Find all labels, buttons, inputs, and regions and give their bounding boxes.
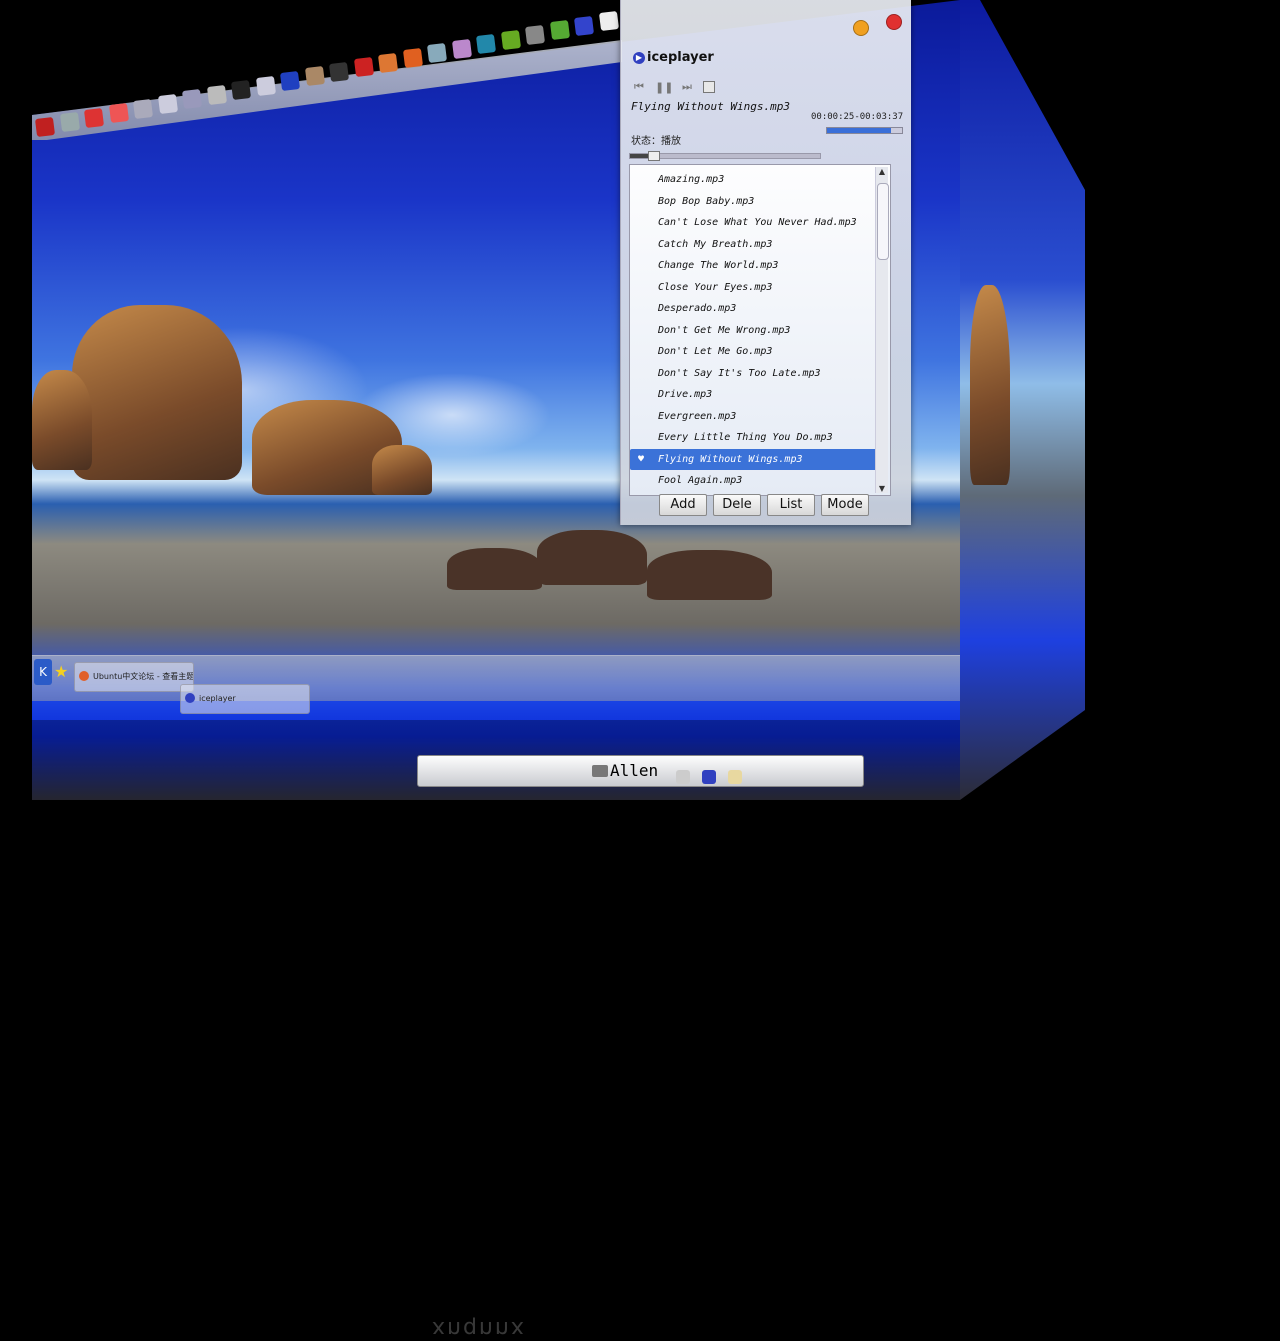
book-icon[interactable] bbox=[549, 20, 570, 41]
taskbar: K ★ Ubuntu中文论坛 - 查看主题 iceplayer xnqnnx bbox=[32, 655, 960, 1341]
iceplayer-logo-icon: ▶ bbox=[633, 51, 645, 64]
system-tray bbox=[676, 770, 742, 784]
scroll-down-icon[interactable]: ▼ bbox=[876, 484, 888, 493]
rock-formation bbox=[72, 305, 242, 480]
playlist-item[interactable]: Every Little Thing You Do.mp3 bbox=[630, 427, 890, 449]
kubuntu-watermark: xnqnnx bbox=[432, 1316, 526, 1341]
playlist-item[interactable]: Don't Say It's Too Late.mp3 bbox=[630, 363, 890, 385]
clipboard-icon[interactable] bbox=[728, 770, 742, 784]
volume-slider[interactable] bbox=[826, 127, 903, 134]
playlist-item[interactable]: Don't Get Me Wrong.mp3 bbox=[630, 320, 890, 342]
beach-rock bbox=[447, 548, 542, 590]
desktop-right-face bbox=[960, 0, 1085, 800]
beach-rock bbox=[647, 550, 772, 600]
playlist-scrollbar[interactable]: ▲ ▼ bbox=[875, 167, 889, 493]
image-icon[interactable] bbox=[451, 38, 472, 59]
document-icon[interactable] bbox=[255, 75, 276, 96]
now-playing-title: Flying Without Wings.mp3 bbox=[631, 100, 790, 113]
iceplayer-tray-icon[interactable] bbox=[702, 770, 716, 784]
pencil-icon[interactable] bbox=[598, 11, 619, 32]
next-icon[interactable]: ⏭ bbox=[679, 80, 695, 94]
playback-status: 状态：播放 bbox=[631, 136, 681, 147]
tools-icon[interactable] bbox=[524, 24, 546, 46]
terminal-icon[interactable] bbox=[230, 80, 252, 101]
stop-icon[interactable] bbox=[703, 81, 715, 93]
magnet-icon[interactable] bbox=[353, 57, 374, 78]
firefox-icon[interactable] bbox=[402, 47, 423, 69]
mode-button[interactable]: Mode bbox=[821, 494, 869, 516]
scrollbar-thumb[interactable] bbox=[877, 183, 889, 260]
playlist-item[interactable]: Desperado.mp3 bbox=[630, 298, 890, 320]
iceplayer-window: ▶ iceplayer ⏮ ❚❚ ⏭ Flying Without Wings.… bbox=[620, 0, 911, 525]
playlist-item[interactable]: Catch My Breath.mp3 bbox=[630, 234, 890, 256]
playback-controls: ⏮ ❚❚ ⏭ bbox=[631, 80, 715, 94]
playlist-item[interactable]: Close Your Eyes.mp3 bbox=[630, 277, 890, 299]
rock-formation bbox=[970, 285, 1010, 485]
add-button[interactable]: Add bbox=[659, 494, 707, 516]
playlist-item[interactable]: Evergreen.mp3 bbox=[630, 406, 890, 428]
rock-formation bbox=[32, 370, 92, 470]
notes-icon[interactable] bbox=[132, 98, 154, 119]
media-icon[interactable] bbox=[279, 70, 301, 92]
playlist-item[interactable]: Bop Bop Baby.mp3 bbox=[630, 191, 890, 213]
android-icon[interactable] bbox=[500, 29, 521, 50]
pause-icon[interactable]: ❚❚ bbox=[655, 81, 673, 94]
java-icon[interactable] bbox=[377, 52, 399, 73]
arrow-icon[interactable] bbox=[573, 15, 595, 36]
volume-fill bbox=[827, 128, 891, 133]
drive-icon[interactable] bbox=[426, 43, 448, 64]
playlist-item[interactable]: Flying Without Wings.mp3 bbox=[630, 448, 882, 470]
playlist-item[interactable]: Don't Let Me Go.mp3 bbox=[630, 341, 890, 363]
seek-handle[interactable] bbox=[647, 151, 660, 161]
monitor-icon[interactable] bbox=[328, 61, 350, 82]
chart-icon[interactable] bbox=[475, 34, 497, 55]
volume-icon[interactable] bbox=[676, 770, 690, 784]
rss-icon[interactable] bbox=[108, 103, 129, 124]
red-app-icon[interactable] bbox=[34, 116, 56, 138]
minimize-button[interactable] bbox=[853, 20, 869, 36]
kde-menu-icon[interactable]: K bbox=[34, 659, 52, 685]
delete-button[interactable]: Dele bbox=[713, 494, 761, 516]
user-icon bbox=[592, 765, 608, 777]
playlist-buttons: Add Dele List Mode bbox=[659, 494, 869, 516]
beach-rock bbox=[537, 530, 647, 585]
playlist-item[interactable]: Fool Again.mp3 bbox=[630, 470, 890, 492]
edit-icon[interactable] bbox=[157, 93, 178, 115]
pen-icon[interactable] bbox=[206, 84, 227, 105]
firefox-icon bbox=[79, 671, 89, 681]
disk-icon[interactable] bbox=[59, 112, 80, 133]
seek-bar[interactable] bbox=[629, 151, 821, 161]
chat-icon[interactable] bbox=[181, 89, 203, 110]
playlist-item[interactable]: Amazing.mp3 bbox=[630, 169, 890, 191]
playlist-item[interactable]: Can't Lose What You Never Had.mp3 bbox=[630, 212, 890, 234]
star-icon[interactable]: ★ bbox=[54, 662, 68, 681]
close-button[interactable] bbox=[886, 14, 902, 30]
previous-icon[interactable]: ⏮ bbox=[631, 80, 647, 94]
chrome-icon[interactable] bbox=[83, 107, 105, 128]
rock-formation bbox=[372, 445, 432, 495]
scroll-up-icon[interactable]: ▲ bbox=[876, 167, 888, 176]
list-button[interactable]: List bbox=[767, 494, 815, 516]
iceplayer-icon bbox=[185, 693, 195, 703]
user-name: Allen bbox=[610, 761, 659, 780]
gear-icon[interactable] bbox=[304, 66, 325, 87]
task-label: Ubuntu中文论坛 - 查看主题 bbox=[93, 672, 194, 681]
app-name: iceplayer bbox=[647, 50, 714, 65]
task-label: iceplayer bbox=[199, 694, 236, 703]
taskbar-item-iceplayer[interactable]: iceplayer bbox=[180, 684, 310, 714]
playlist-item[interactable]: Drive.mp3 bbox=[630, 384, 890, 406]
playlist: Amazing.mp3 Bop Bop Baby.mp3 Can't Lose Wh… bbox=[629, 164, 891, 496]
playlist-item[interactable]: Change The World.mp3 bbox=[630, 255, 890, 277]
user-bar[interactable]: Allen bbox=[417, 755, 864, 787]
track-time: 00:00:25-00:03:37 bbox=[811, 112, 904, 122]
taskbar-item-browser[interactable]: Ubuntu中文论坛 - 查看主题 bbox=[74, 662, 194, 692]
app-title: ▶ iceplayer bbox=[633, 50, 714, 65]
